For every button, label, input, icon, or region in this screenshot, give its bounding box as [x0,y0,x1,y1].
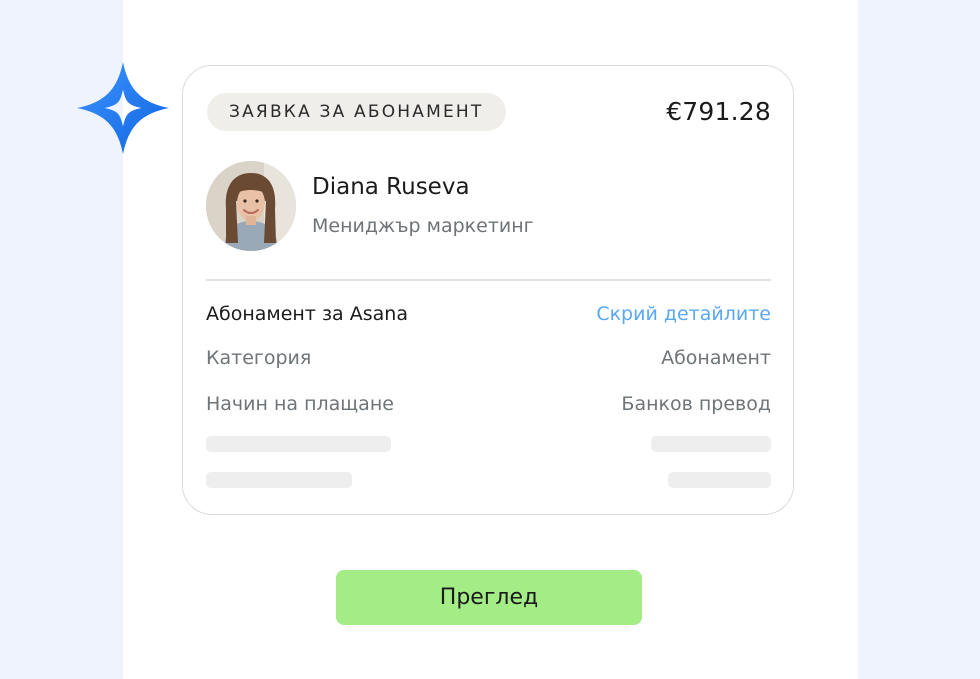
placeholder-line [668,472,771,488]
placeholder-line [651,436,771,452]
payment-method-value: Банков превод [621,393,771,415]
hide-details-link[interactable]: Скрий детайлите [596,301,771,327]
request-type-badge: ЗАЯВКА ЗА АБОНАМЕНТ [207,93,506,131]
payment-method-label: Начин на плащане [206,393,394,415]
placeholder-line [206,472,352,488]
user-role: Мениджър маркетинг [312,215,534,237]
category-value: Абонамент [661,347,771,369]
details-title: Абонамент за Asana [206,303,408,325]
placeholder-line [206,436,391,452]
category-label: Категория [206,347,312,369]
sparkle-icon [77,62,169,154]
review-button[interactable]: Преглед [336,570,642,625]
user-name: Diana Ruseva [312,174,470,200]
avatar [206,161,296,251]
subscription-request-card: ЗАЯВКА ЗА АБОНАМЕНТ €791.28 Diana Ruseva… [182,65,794,515]
request-amount: €791.28 [666,97,771,126]
divider [206,279,771,281]
